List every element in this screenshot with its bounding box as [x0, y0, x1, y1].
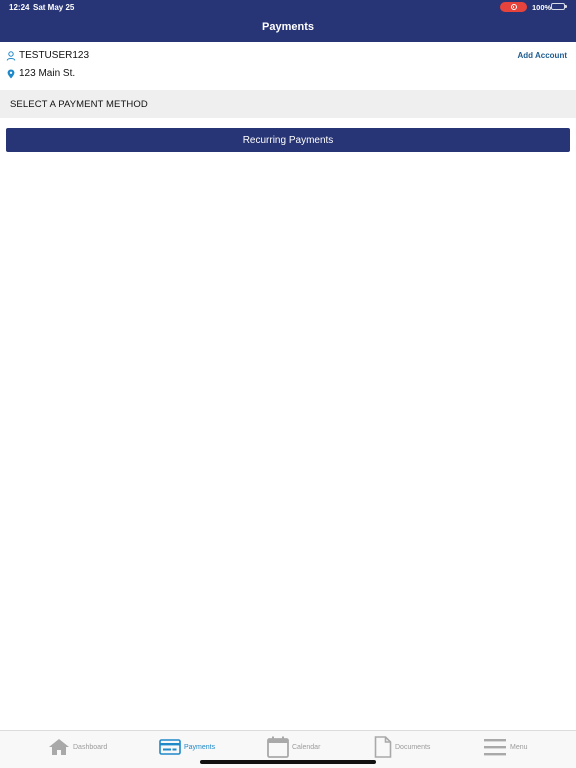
tab-label: Dashboard	[73, 743, 108, 751]
location-pin-icon	[6, 69, 16, 79]
credit-card-icon	[159, 739, 181, 755]
account-username-row: TESTUSER123	[6, 50, 89, 61]
record-icon	[510, 4, 517, 10]
recurring-payments-button[interactable]: Recurring Payments	[6, 128, 570, 152]
document-icon	[374, 736, 392, 758]
top-header: 12:24 Sat May 25 100% Payments	[0, 0, 576, 42]
tab-menu[interactable]: Menu	[483, 735, 528, 759]
tab-calendar[interactable]: Calendar	[267, 735, 320, 759]
home-indicator[interactable]	[200, 760, 376, 764]
battery-icon	[551, 3, 565, 10]
tab-dashboard[interactable]: Dashboard	[48, 735, 107, 759]
account-address-row: 123 Main St.	[6, 68, 75, 79]
account-address: 123 Main St.	[19, 68, 76, 79]
tab-label: Calendar	[292, 743, 321, 751]
battery-percentage: 100%	[532, 3, 552, 12]
menu-icon	[483, 737, 507, 757]
account-username: TESTUSER123	[19, 50, 90, 61]
add-account-link[interactable]: Add Account	[518, 51, 567, 60]
tab-label: Payments	[184, 743, 216, 751]
page-title: Payments	[262, 21, 314, 33]
tab-label: Menu	[510, 743, 528, 751]
screen-recording-indicator[interactable]	[500, 2, 527, 12]
tab-label: Documents	[395, 743, 431, 751]
status-time: 12:24	[9, 3, 30, 12]
section-title: SELECT A PAYMENT METHOD	[10, 99, 148, 110]
calendar-icon	[267, 736, 289, 758]
tab-documents[interactable]: Documents	[374, 735, 430, 759]
status-date: Sat May 25	[33, 3, 75, 12]
tab-payments[interactable]: Payments	[159, 735, 215, 759]
home-icon	[48, 738, 70, 756]
user-icon	[6, 50, 16, 61]
battery-cap	[565, 5, 567, 8]
